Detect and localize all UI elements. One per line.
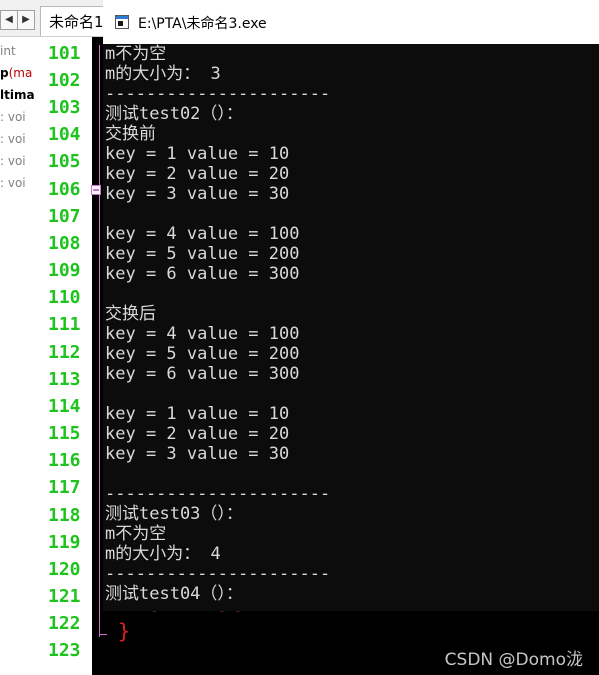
console-line: 测试test04（）： xyxy=(105,584,243,604)
class-browser-item-signature: (ma xyxy=(8,66,33,80)
console-line: m的大小为： 3 xyxy=(105,64,221,84)
console-titlebar[interactable]: E:\PTA\未命名3.exe xyxy=(103,0,599,44)
console-output: m不为空 m的大小为： 3 ---------------------- 测试test… xyxy=(105,44,599,611)
class-browser-item-label: p xyxy=(0,66,9,80)
class-browser-item[interactable]: : voi xyxy=(0,151,26,171)
class-browser-item-label: int xyxy=(0,44,16,58)
console-line: 交换后 xyxy=(105,304,156,324)
console-line: m的大小为： 4 xyxy=(105,544,221,564)
console-line: key = 2 value = 20 xyxy=(105,164,290,184)
line-number: 120 xyxy=(48,559,81,580)
console-window[interactable]: E:\PTA\未命名3.exe m不为空 m的大小为： 3 ------------… xyxy=(103,0,599,611)
console-app-icon xyxy=(115,15,129,29)
console-line: ---------------------- xyxy=(105,84,331,104)
console-line: key = 6 value = 300 xyxy=(105,264,300,284)
line-number: 112 xyxy=(48,342,81,363)
console-line: key = 4 value = 100 xyxy=(105,224,300,244)
fold-guide-end xyxy=(99,634,107,635)
line-number: 121 xyxy=(48,586,81,607)
line-number: 104 xyxy=(48,124,81,145)
console-line: ---------------------- xyxy=(105,564,331,584)
class-browser-item[interactable]: ltima xyxy=(0,85,35,105)
line-number: 103 xyxy=(48,97,81,118)
line-number: 116 xyxy=(48,450,81,471)
scroll-left-button[interactable]: ◀ xyxy=(0,10,18,30)
line-number: 101 xyxy=(48,43,81,64)
class-browser-item[interactable]: p(ma xyxy=(0,63,32,83)
console-line: key = 6 value = 300 xyxy=(105,364,300,384)
console-line: key = 4 value = 100 xyxy=(105,324,300,344)
class-browser-item[interactable]: : voi xyxy=(0,107,26,127)
line-number: 118 xyxy=(48,505,81,526)
line-number: 119 xyxy=(48,532,81,553)
line-number: 123 xyxy=(48,640,81,661)
fold-collapse-icon[interactable] xyxy=(91,185,101,195)
console-line: m不为空 xyxy=(105,524,167,544)
editor-tab-untitled1[interactable]: 未命名1 xyxy=(40,6,105,36)
class-browser-item-label: : voi xyxy=(0,132,26,146)
line-number: 117 xyxy=(48,477,81,498)
fold-guide-line xyxy=(99,45,100,637)
line-number: 102 xyxy=(48,70,81,91)
line-number: 115 xyxy=(48,423,81,444)
console-line: key = 1 value = 10 xyxy=(105,404,290,424)
class-browser-item[interactable]: : voi xyxy=(0,173,26,193)
console-line: key = 3 value = 30 xyxy=(105,444,290,464)
code-closing-brace: } xyxy=(118,619,131,643)
console-line: 交换前 xyxy=(105,124,156,144)
line-number: 107 xyxy=(48,206,81,227)
line-number: 122 xyxy=(48,613,81,634)
console-line: key = 3 value = 30 xyxy=(105,184,290,204)
console-line: key = 5 value = 200 xyxy=(105,344,300,364)
line-number: 114 xyxy=(48,396,81,417)
console-line: 测试test03（）： xyxy=(105,504,243,524)
csdn-watermark: CSDN @Domo泷 xyxy=(444,650,583,670)
class-browser-item[interactable]: : voi xyxy=(0,129,26,149)
console-line: key = 2 value = 20 xyxy=(105,424,290,444)
class-browser-item-label: : voi xyxy=(0,176,26,190)
line-number: 110 xyxy=(48,287,81,308)
class-browser-panel: int p(ma ltima : voi : voi : voi : voi xyxy=(0,37,41,675)
scroll-right-button[interactable]: ▶ xyxy=(17,10,35,30)
console-line: ---------------------- xyxy=(105,484,331,504)
line-number: 106 xyxy=(48,179,81,200)
line-number: 111 xyxy=(48,314,81,335)
console-line: 测试test02（）： xyxy=(105,104,243,124)
class-browser-item-label: : voi xyxy=(0,154,26,168)
console-line: m不为空 xyxy=(105,44,167,64)
console-title: E:\PTA\未命名3.exe xyxy=(138,16,267,32)
class-browser-item-label: : voi xyxy=(0,110,26,124)
line-number: 109 xyxy=(48,260,81,281)
line-number: 113 xyxy=(48,369,81,390)
ide-tab-strip: ◀ ▶ 未命名1 xyxy=(0,0,105,37)
class-browser-item-label: ltima xyxy=(0,88,35,102)
console-line: key = 5 value = 200 xyxy=(105,244,300,264)
line-number: 105 xyxy=(48,151,81,172)
line-number: 108 xyxy=(48,233,81,254)
class-browser-item[interactable]: int xyxy=(0,41,16,61)
console-line: key = 1 value = 10 xyxy=(105,144,290,164)
